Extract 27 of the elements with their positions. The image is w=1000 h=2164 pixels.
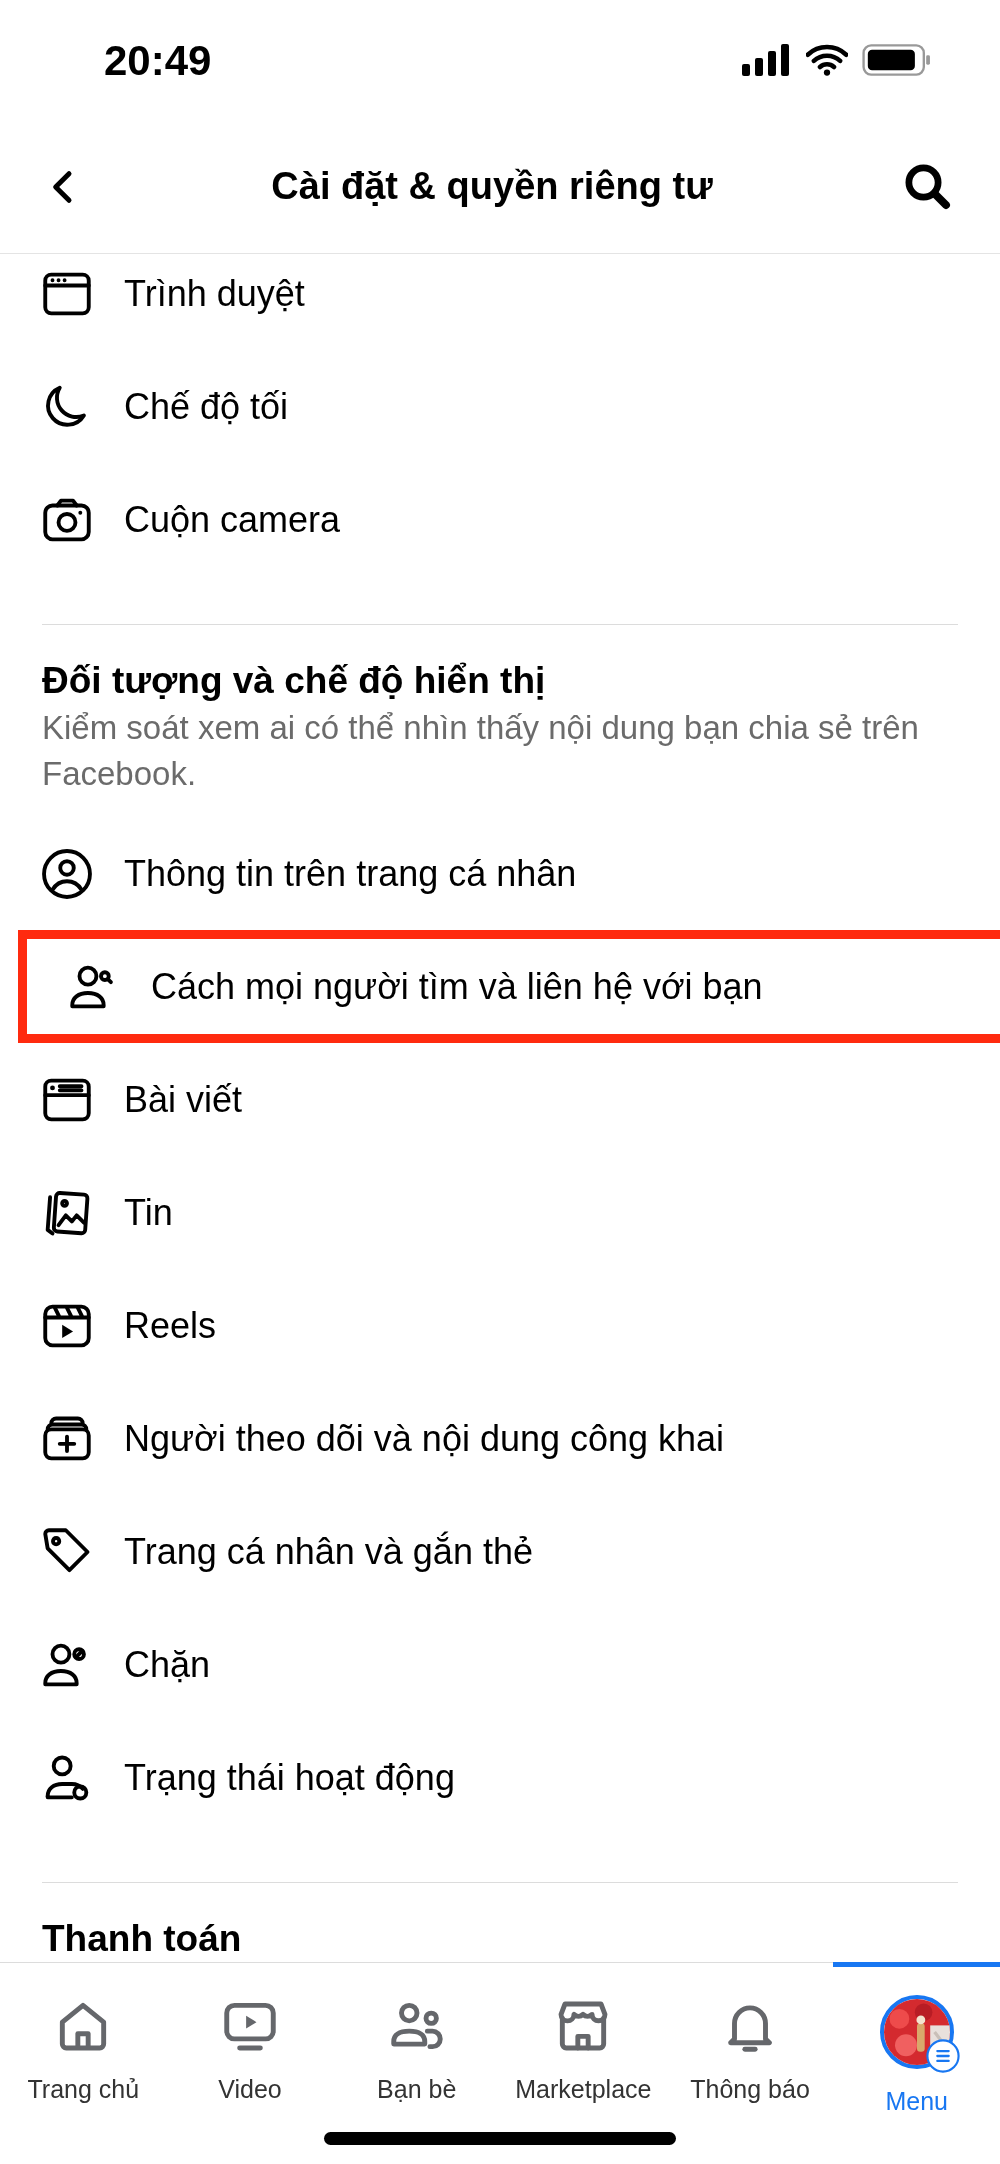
tab-bar-item[interactable]: Marketplace <box>500 1962 667 2113</box>
settings-item[interactable]: Trang cá nhân và gắn thẻ <box>0 1495 1000 1608</box>
settings-item[interactable]: Trình duyệt <box>0 254 1000 350</box>
section-heading: Thanh toán <box>41 1917 243 1961</box>
tab-bar-item[interactable]: Menu <box>833 1962 1000 2113</box>
settings-item[interactable]: Tin <box>0 1156 1000 1269</box>
section-description: Kiểm soát xem ai có thể nhìn thấy nội dung bạn chia sẻ trên Facebook. <box>41 708 920 794</box>
wifi-icon <box>806 44 848 76</box>
settings-item[interactable]: Chặn <box>0 1608 1000 1721</box>
settings-item[interactable]: Trạng thái hoạt động <box>0 1721 1000 1834</box>
settings-item[interactable]: Bài viết <box>0 1043 1000 1156</box>
settings-item[interactable]: Chế độ tối <box>0 350 1000 463</box>
tab-bar-item[interactable]: Video <box>166 1962 334 2113</box>
tab-bar-item[interactable]: Thông báo <box>666 1962 834 2113</box>
menu-badge-icon <box>925 2039 960 2073</box>
battery-icon <box>862 44 932 76</box>
status-time: 20:49 <box>104 35 212 86</box>
settings-item[interactable]: Thông tin trên trang cá nhân <box>0 817 1000 930</box>
tab-bar-item[interactable]: Trang chủ <box>0 1962 167 2113</box>
settings-item[interactable]: Cách mọi người tìm và liên hệ với bạn <box>18 930 1000 1043</box>
tab-bar-item[interactable]: Bạn bè <box>333 1962 500 2113</box>
settings-item[interactable]: Reels <box>0 1269 1000 1382</box>
signal-icon <box>742 44 792 76</box>
settings-item[interactable]: Cuộn camera <box>0 463 1000 576</box>
page-title: Cài đặt & quyền riêng tư <box>271 164 713 209</box>
section-heading: Đối tượng và chế độ hiển thị <box>41 659 547 703</box>
settings-item[interactable]: Người theo dõi và nội dung công khai <box>0 1382 1000 1495</box>
